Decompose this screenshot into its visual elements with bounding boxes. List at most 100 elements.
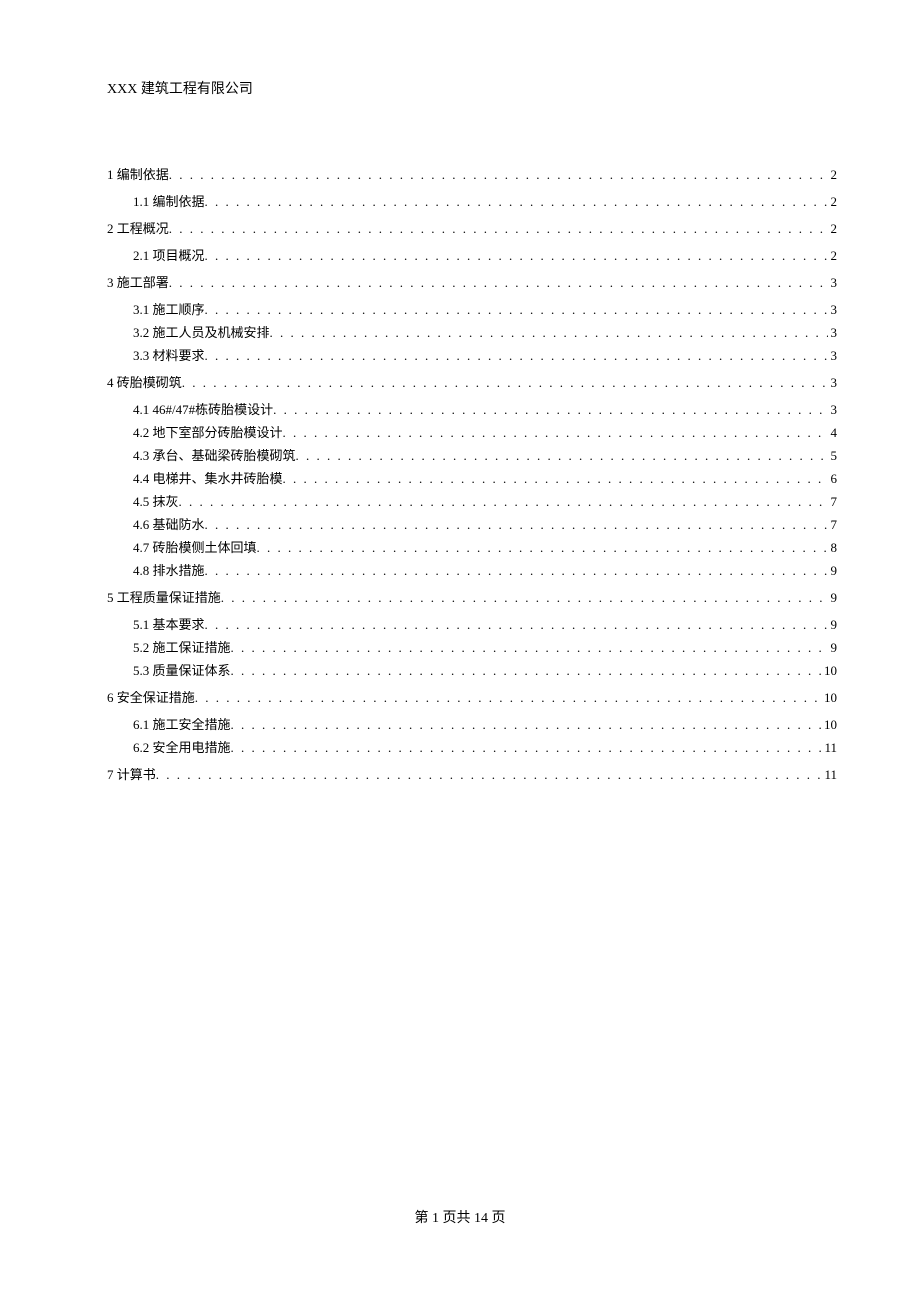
toc-entry-title: 4.6 基础防水 — [133, 518, 205, 531]
toc-entry: 4.8 排水措施 9 — [107, 564, 837, 577]
toc-dots — [205, 195, 828, 208]
toc-entry: 6.1 施工安全措施 10 — [107, 718, 837, 731]
toc-dots — [205, 564, 828, 577]
toc-entry: 5.3 质量保证体系 10 — [107, 664, 837, 677]
toc-entry: 4 砖胎模砌筑 3 — [107, 376, 837, 389]
toc-dots — [205, 518, 828, 531]
toc-entry-title: 2 工程概况 — [107, 222, 169, 235]
toc-entry-title: 4.3 承台、基础梁砖胎模砌筑 — [133, 449, 296, 462]
toc-entry-page: 5 — [828, 449, 838, 462]
toc-entry-page: 2 — [828, 168, 838, 181]
toc-entry-page: 11 — [821, 741, 837, 754]
toc-entry: 5.2 施工保证措施 9 — [107, 641, 837, 654]
company-header: XXX 建筑工程有限公司 — [107, 78, 837, 98]
toc-dots — [156, 768, 822, 781]
toc-entry-title: 4.4 电梯井、集水井砖胎模 — [133, 472, 283, 485]
toc-entry-page: 3 — [828, 376, 838, 389]
toc-entry-page: 3 — [828, 303, 838, 316]
toc-entry: 4.1 46#/47#栋砖胎模设计 3 — [107, 403, 837, 416]
toc-entry-title: 4.1 46#/47#栋砖胎模设计 — [133, 403, 273, 416]
toc-entry-page: 9 — [828, 564, 838, 577]
table-of-contents: 1 编制依据21.1 编制依据22 工程概况22.1 项目概况23 施工部署33… — [107, 168, 837, 781]
toc-entry: 7 计算书11 — [107, 768, 837, 781]
toc-entry-page: 10 — [821, 691, 837, 704]
toc-dots — [283, 426, 828, 439]
toc-entry-page: 3 — [828, 403, 838, 416]
toc-entry: 3.3 材料要求 3 — [107, 349, 837, 362]
toc-entry-page: 7 — [828, 495, 838, 508]
toc-dots — [221, 591, 828, 604]
toc-dots — [169, 276, 828, 289]
toc-entry-page: 3 — [828, 326, 838, 339]
toc-entry-page: 2 — [828, 249, 838, 262]
toc-entry-title: 5.3 质量保证体系 — [133, 664, 231, 677]
toc-entry-title: 6.2 安全用电措施 — [133, 741, 231, 754]
toc-entry-page: 4 — [828, 426, 838, 439]
toc-entry-title: 5.1 基本要求 — [133, 618, 205, 631]
toc-entry-page: 3 — [828, 276, 838, 289]
toc-entry: 4.7 砖胎模侧土体回填 8 — [107, 541, 837, 554]
toc-entry: 1.1 编制依据 2 — [107, 195, 837, 208]
toc-entry-title: 5 工程质量保证措施 — [107, 591, 221, 604]
toc-dots — [270, 326, 828, 339]
toc-entry-title: 3.2 施工人员及机械安排 — [133, 326, 270, 339]
toc-entry-title: 4 砖胎模砌筑 — [107, 376, 182, 389]
toc-entry-page: 11 — [821, 768, 837, 781]
toc-entry-title: 2.1 项目概况 — [133, 249, 205, 262]
toc-entry-title: 4.7 砖胎模侧土体回填 — [133, 541, 257, 554]
toc-dots — [283, 472, 828, 485]
toc-entry-page: 10 — [821, 664, 837, 677]
toc-dots — [179, 495, 828, 508]
toc-dots — [257, 541, 828, 554]
toc-entry-title: 4.5 抹灰 — [133, 495, 179, 508]
company-name: XXX 建筑工程有限公司 — [107, 82, 253, 97]
toc-entry-title: 5.2 施工保证措施 — [133, 641, 231, 654]
toc-entry-title: 4.2 地下室部分砖胎模设计 — [133, 426, 283, 439]
toc-dots — [195, 691, 821, 704]
toc-entry-page: 10 — [821, 718, 837, 731]
page-number: 第 1 页共 14 页 — [415, 1211, 506, 1226]
toc-entry-title: 1 编制依据 — [107, 168, 169, 181]
toc-dots — [182, 376, 828, 389]
toc-entry-title: 6.1 施工安全措施 — [133, 718, 231, 731]
toc-entry-page: 7 — [828, 518, 838, 531]
toc-dots — [169, 168, 828, 181]
toc-entry: 6 安全保证措施 10 — [107, 691, 837, 704]
toc-entry-page: 2 — [828, 195, 838, 208]
toc-entry: 4.5 抹灰 7 — [107, 495, 837, 508]
toc-entry-page: 8 — [828, 541, 838, 554]
toc-entry-page: 9 — [828, 641, 838, 654]
toc-entry-title: 3.3 材料要求 — [133, 349, 205, 362]
toc-entry-page: 9 — [828, 618, 838, 631]
toc-dots — [205, 618, 828, 631]
toc-entry: 3.2 施工人员及机械安排 3 — [107, 326, 837, 339]
toc-entry: 4.2 地下室部分砖胎模设计 4 — [107, 426, 837, 439]
toc-entry-title: 3.1 施工顺序 — [133, 303, 205, 316]
toc-dots — [205, 303, 828, 316]
toc-entry: 3 施工部署3 — [107, 276, 837, 289]
toc-entry-title: 4.8 排水措施 — [133, 564, 205, 577]
toc-entry-page: 3 — [828, 349, 838, 362]
toc-entry: 5 工程质量保证措施9 — [107, 591, 837, 604]
page-footer: 第 1 页共 14 页 — [0, 1207, 920, 1227]
toc-entry: 4.6 基础防水 7 — [107, 518, 837, 531]
toc-entry-page: 6 — [828, 472, 838, 485]
toc-entry: 6.2 安全用电措施 11 — [107, 741, 837, 754]
toc-entry-title: 6 安全保证措施 — [107, 691, 195, 704]
page-content: XXX 建筑工程有限公司 1 编制依据21.1 编制依据22 工程概况22.1 … — [0, 0, 920, 781]
toc-entry-title: 1.1 编制依据 — [133, 195, 205, 208]
toc-dots — [205, 249, 828, 262]
toc-entry-page: 2 — [828, 222, 838, 235]
toc-entry: 2 工程概况 2 — [107, 222, 837, 235]
toc-dots — [231, 641, 828, 654]
toc-dots — [169, 222, 828, 235]
toc-entry: 4.4 电梯井、集水井砖胎模 6 — [107, 472, 837, 485]
toc-dots — [231, 664, 821, 677]
toc-dots — [231, 741, 822, 754]
toc-entry: 2.1 项目概况 2 — [107, 249, 837, 262]
toc-entry: 3.1 施工顺序 3 — [107, 303, 837, 316]
toc-entry: 5.1 基本要求 9 — [107, 618, 837, 631]
toc-entry: 1 编制依据 2 — [107, 168, 837, 181]
toc-dots — [231, 718, 821, 731]
toc-dots — [296, 449, 828, 462]
